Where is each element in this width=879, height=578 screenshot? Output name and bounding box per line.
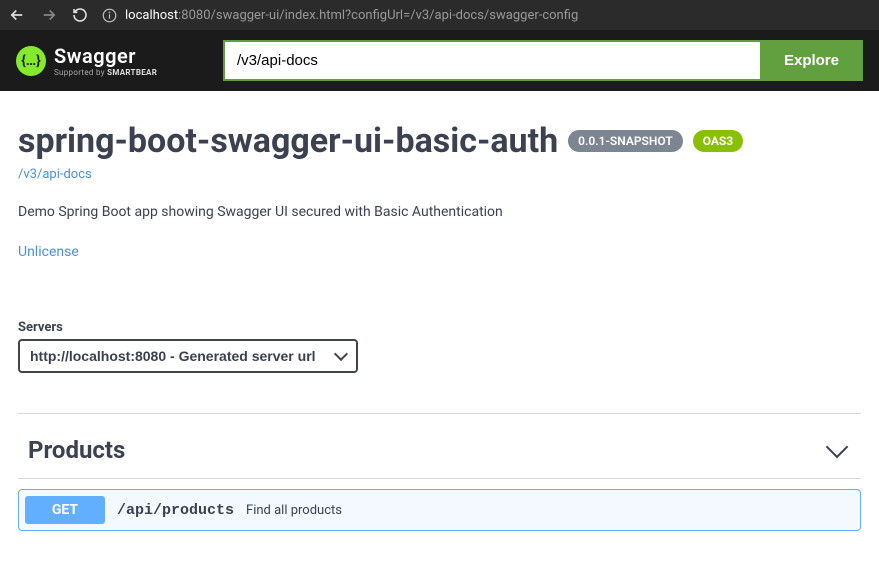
api-description: Demo Spring Boot app showing Swagger UI … [18,204,861,220]
license-link[interactable]: Unlicense [18,244,79,260]
back-icon[interactable] [8,6,26,24]
tag-name: Products [28,436,125,464]
main-content: spring-boot-swagger-ui-basic-auth 0.0.1-… [0,91,879,551]
api-title: spring-boot-swagger-ui-basic-auth [18,121,558,161]
info-icon[interactable] [102,8,117,23]
logo-main: Swagger [54,44,157,68]
tag-section-products: Products GET /api/products Find all prod… [18,413,861,531]
tag-header[interactable]: Products [18,432,861,479]
api-docs-link[interactable]: /v3/api-docs [18,167,92,182]
explore-button[interactable]: Explore [760,40,863,81]
title-row: spring-boot-swagger-ui-basic-auth 0.0.1-… [18,121,861,161]
servers-select[interactable]: http://localhost:8080 - Generated server… [18,339,358,373]
browser-toolbar: localhost:8080/swagger-ui/index.html?con… [0,0,879,30]
operation-get-products[interactable]: GET /api/products Find all products [18,489,861,531]
http-method-badge: GET [25,496,105,524]
swagger-logo-text: Swagger Supported by SMARTBEAR [54,44,157,77]
address-bar[interactable]: localhost:8080/swagger-ui/index.html?con… [102,8,871,23]
operation-path: /api/products [117,502,234,519]
chevron-down-icon [826,436,849,459]
version-badge: 0.0.1-SNAPSHOT [568,130,683,152]
oas-badge: OAS3 [693,130,744,152]
swagger-logo-icon: {…} [16,46,46,76]
swagger-logo: {…} Swagger Supported by SMARTBEAR [16,44,157,77]
spec-url-form: Explore [223,40,863,81]
logo-sub: Supported by SMARTBEAR [54,68,157,77]
servers-select-wrap: http://localhost:8080 - Generated server… [18,339,358,373]
servers-label: Servers [18,320,861,335]
swagger-header: {…} Swagger Supported by SMARTBEAR Explo… [0,30,879,91]
reload-icon[interactable] [72,7,88,23]
servers-section: Servers http://localhost:8080 - Generate… [18,320,861,373]
operation-summary: Find all products [246,503,342,518]
spec-url-input[interactable] [223,40,760,81]
url-text: localhost:8080/swagger-ui/index.html?con… [125,8,578,23]
forward-icon[interactable] [40,6,58,24]
browser-nav [8,6,88,24]
